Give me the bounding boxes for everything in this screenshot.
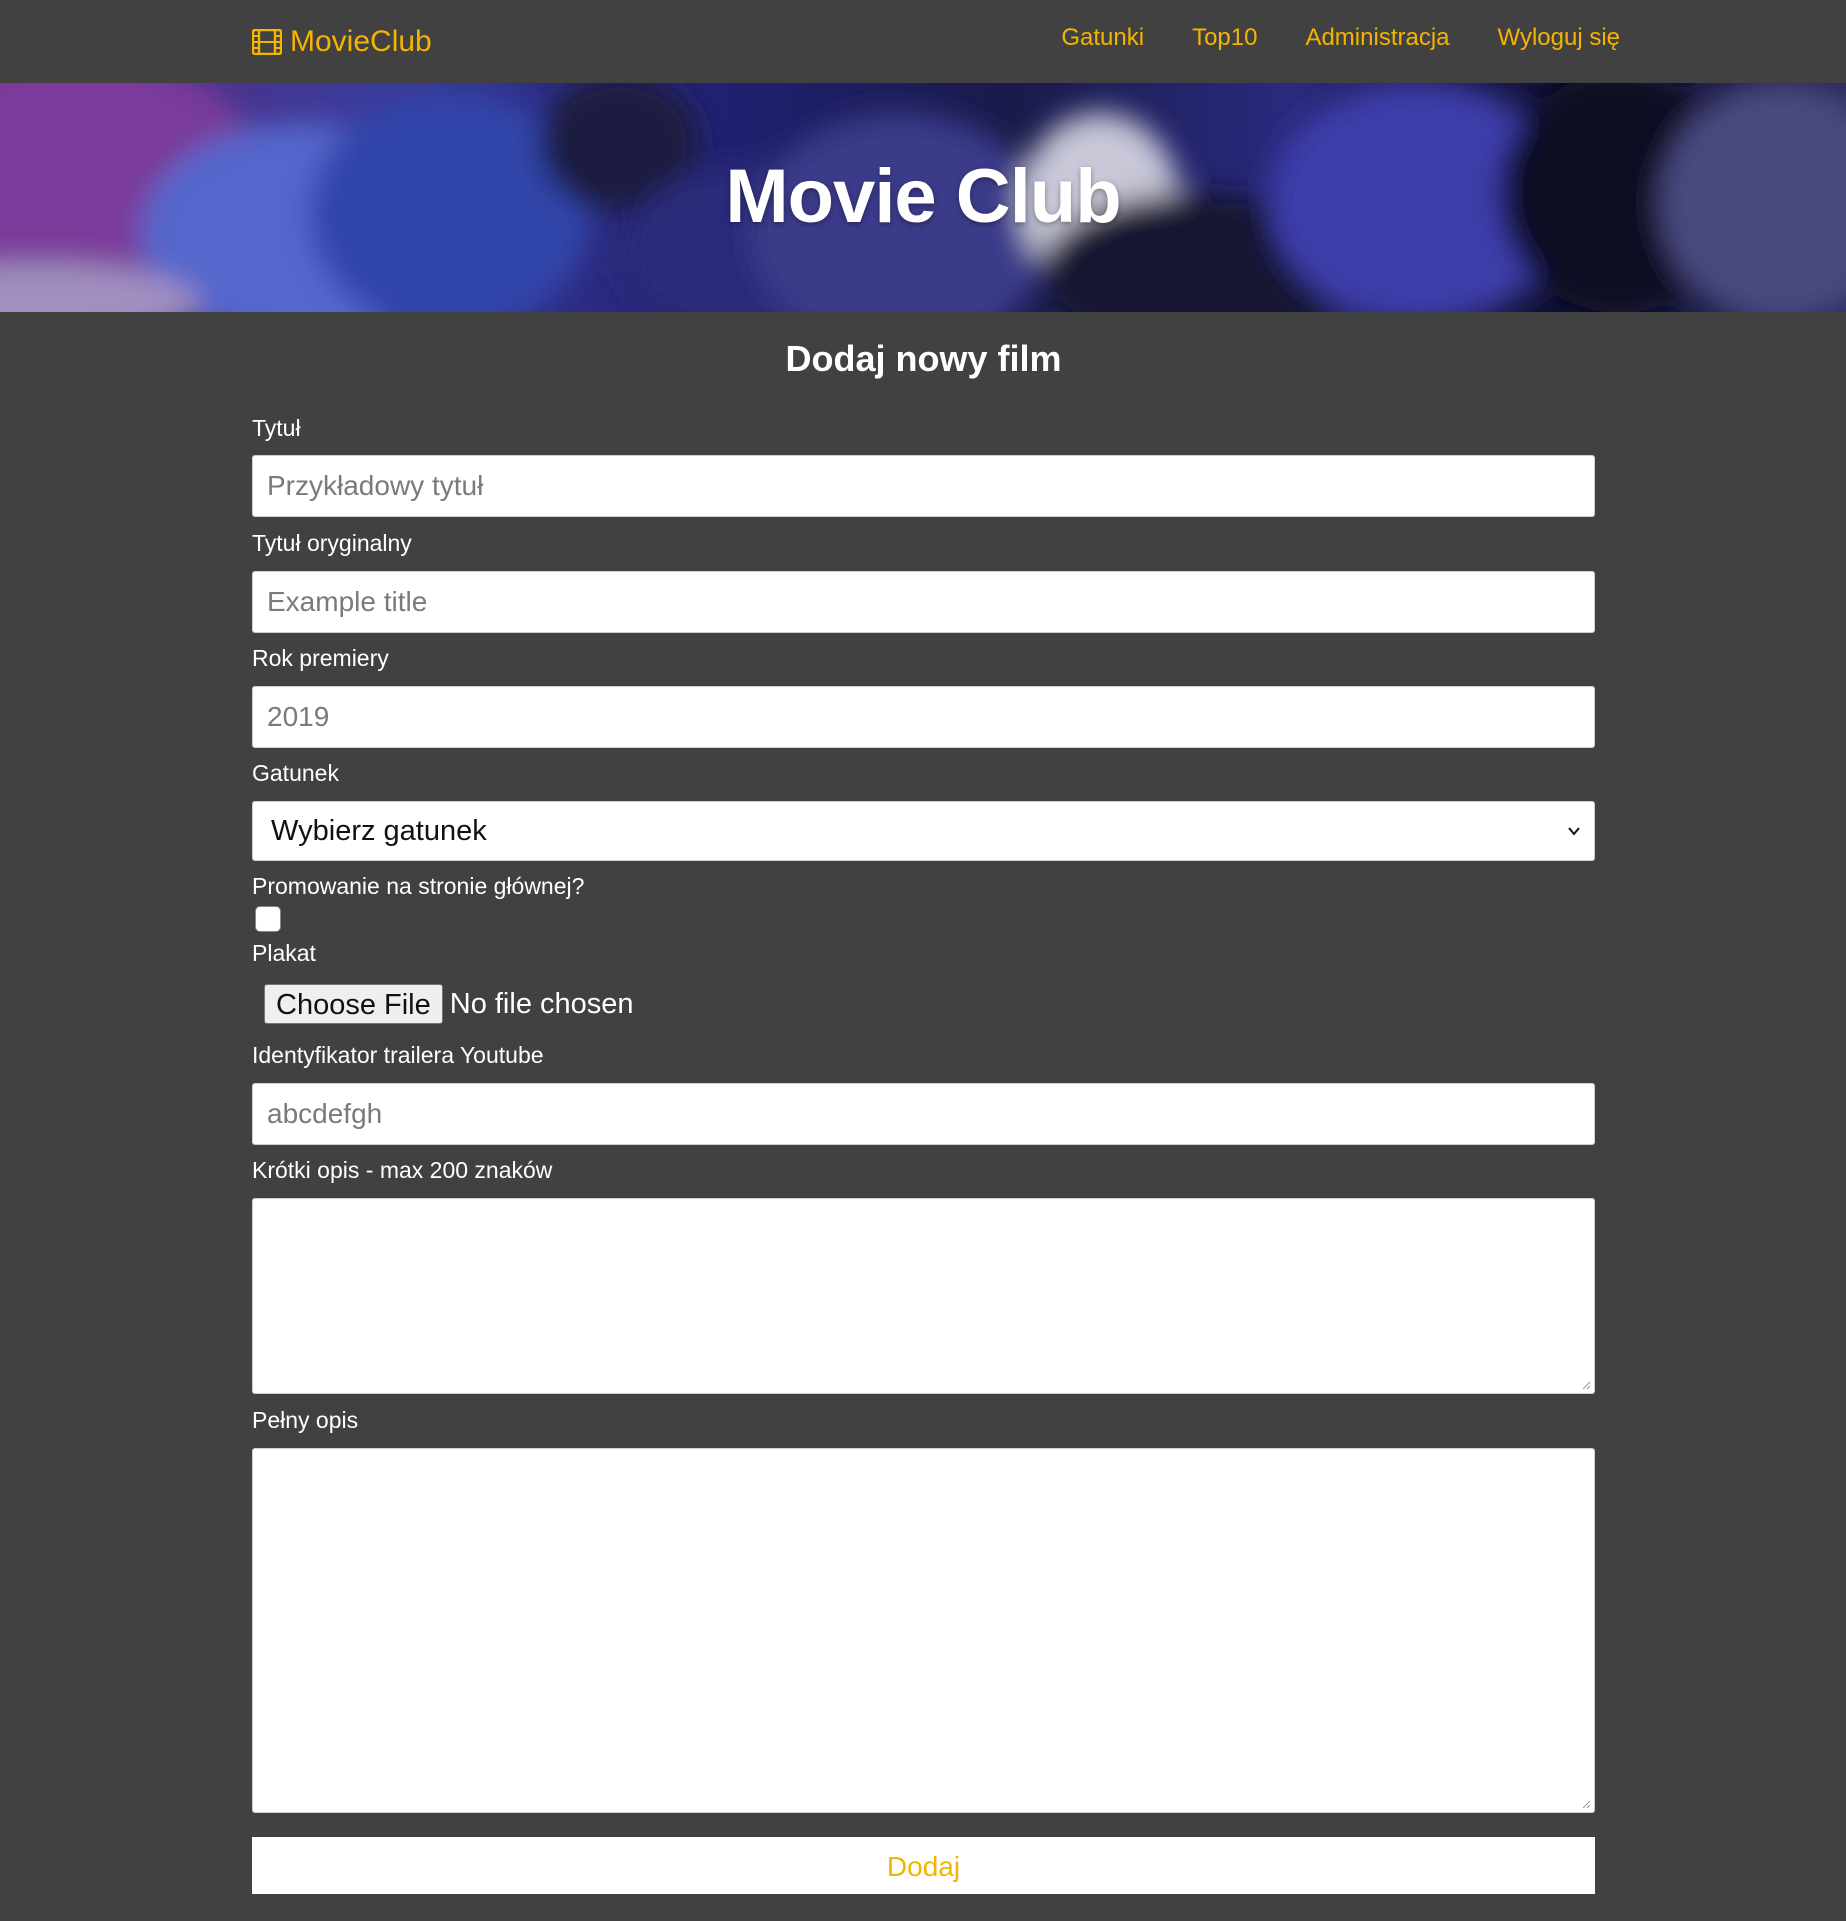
genre-select[interactable]: Wybierz gatunek bbox=[252, 801, 1595, 861]
form-title: Dodaj nowy film bbox=[785, 338, 1062, 379]
promote-label: Promowanie na stronie głównej? bbox=[252, 873, 585, 899]
promote-checkbox[interactable] bbox=[255, 906, 281, 932]
title-label: Tytuł bbox=[252, 415, 301, 441]
full-description-label: Pełny opis bbox=[252, 1407, 359, 1433]
year-label: Rok premiery bbox=[252, 645, 389, 671]
trailer-input[interactable] bbox=[252, 1083, 1595, 1145]
nav-link-gatunki[interactable]: Gatunki bbox=[1061, 20, 1144, 56]
hero-banner: Movie Club bbox=[0, 83, 1846, 312]
brand-name: MovieClub bbox=[290, 25, 432, 58]
trailer-label: Identyfikator trailera Youtube bbox=[252, 1042, 544, 1068]
film-icon bbox=[252, 29, 282, 55]
title-input[interactable] bbox=[252, 455, 1595, 517]
poster-file-input: Choose File No file chosen bbox=[264, 980, 1595, 1028]
brand-link[interactable]: MovieClub bbox=[252, 22, 432, 62]
nav-link-administracja[interactable]: Administracja bbox=[1305, 20, 1449, 56]
nav-link-top10[interactable]: Top10 bbox=[1192, 20, 1257, 56]
nav-links: Gatunki Top10 Administracja Wyloguj się bbox=[1061, 20, 1620, 56]
navbar: MovieClub Gatunki Top10 Administracja Wy… bbox=[0, 0, 1846, 83]
choose-file-button[interactable]: Choose File bbox=[264, 984, 443, 1024]
short-description-label: Krótki opis - max 200 znaków bbox=[252, 1157, 553, 1183]
original-title-label: Tytuł oryginalny bbox=[252, 530, 412, 556]
full-description-textarea[interactable] bbox=[252, 1448, 1595, 1813]
file-status: No file chosen bbox=[449, 987, 634, 1020]
original-title-input[interactable] bbox=[252, 571, 1595, 633]
year-input[interactable] bbox=[252, 686, 1595, 748]
genre-selected-value: Wybierz gatunek bbox=[271, 814, 487, 847]
poster-label: Plakat bbox=[252, 940, 316, 966]
resize-handle-icon[interactable] bbox=[1581, 1799, 1591, 1809]
hero-title: Movie Club bbox=[725, 154, 1121, 239]
submit-button[interactable]: Dodaj bbox=[252, 1837, 1595, 1894]
genre-label: Gatunek bbox=[252, 760, 339, 786]
add-movie-form: Dodaj nowy film Tytuł Tytuł oryginalny R… bbox=[252, 312, 1595, 1894]
short-description-textarea[interactable] bbox=[252, 1198, 1595, 1394]
chevron-down-icon bbox=[1568, 827, 1580, 836]
nav-link-logout[interactable]: Wyloguj się bbox=[1498, 20, 1621, 56]
resize-handle-icon[interactable] bbox=[1581, 1380, 1591, 1390]
